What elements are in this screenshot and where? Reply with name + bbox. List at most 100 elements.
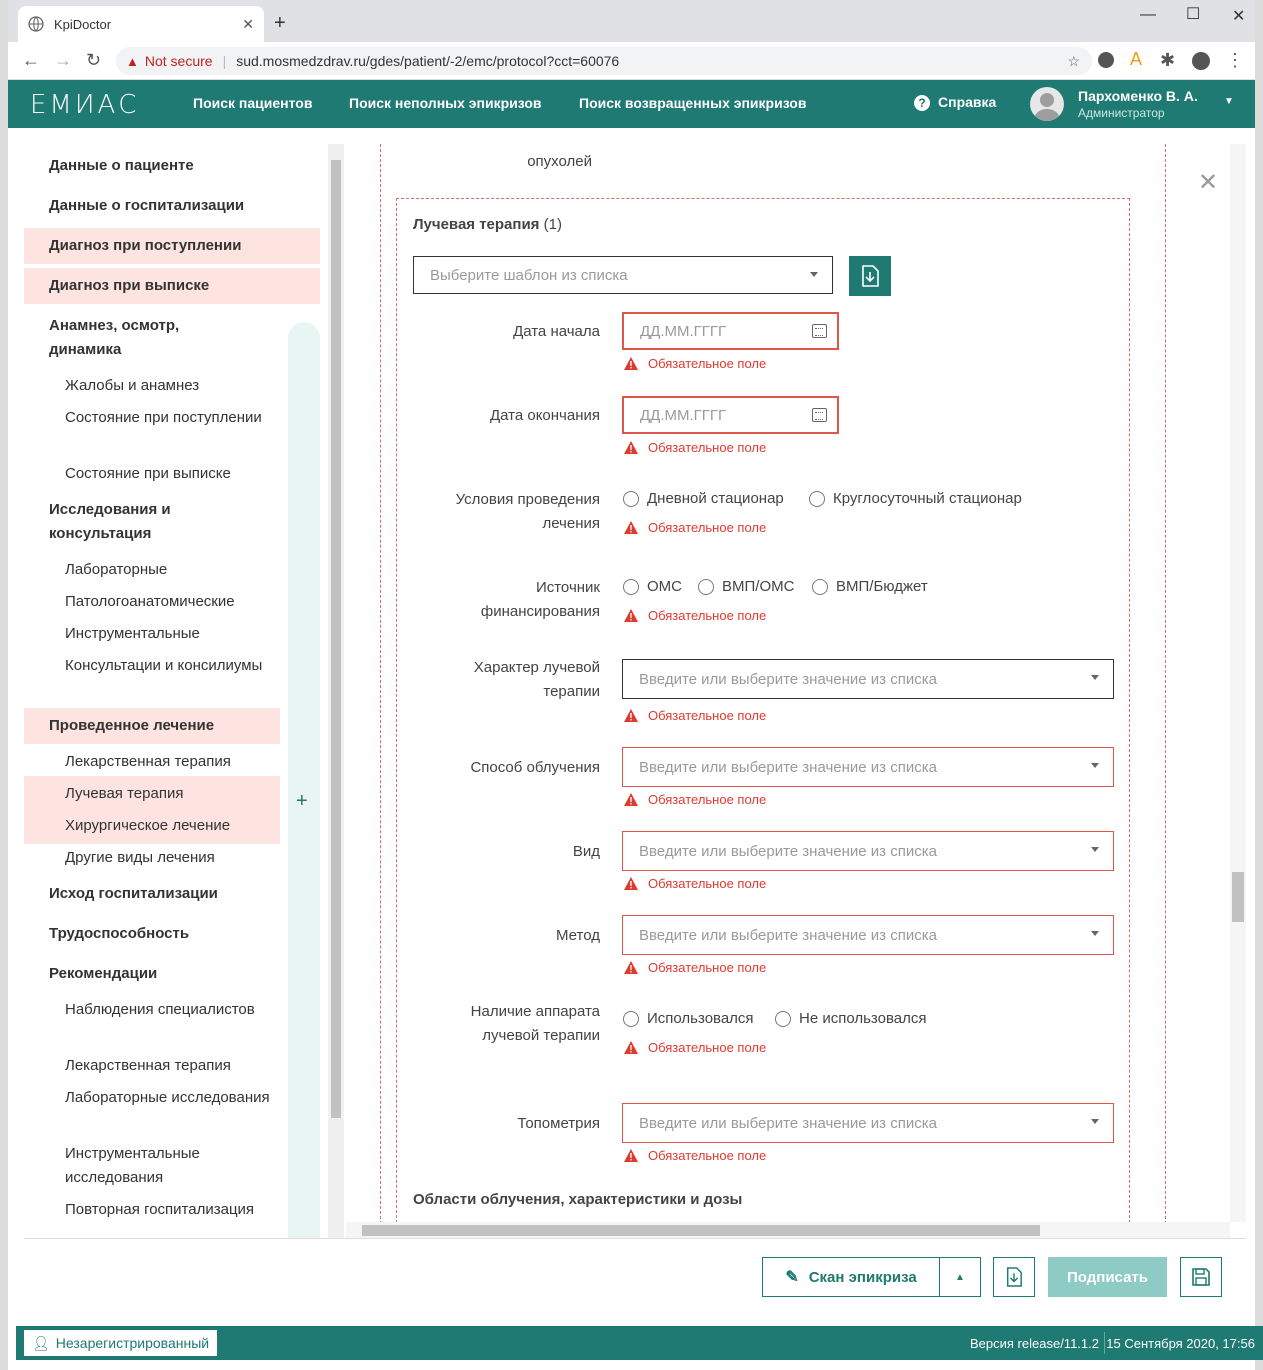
topometry-select[interactable]: Введите или выберите значение из списка [622, 1103, 1114, 1143]
template-placeholder: Выберите шаблон из списка [430, 266, 628, 284]
sidebar-item-12[interactable]: Консультации и консилиумы [24, 648, 296, 684]
sidebar-item-4[interactable]: Анамнез, осмотр, динамика [24, 308, 224, 368]
minimize-icon[interactable]: — [1140, 6, 1156, 24]
error-icon [624, 961, 638, 974]
error-text: Обязательное поле [648, 356, 767, 371]
forward-icon[interactable]: → [54, 50, 72, 71]
sidebar-item-13[interactable]: Проведенное лечение [24, 708, 280, 744]
template-select[interactable]: Выберите шаблон из списка [413, 256, 833, 294]
method-select[interactable]: Введите или выберите значение из списка [622, 915, 1114, 955]
url-field[interactable]: ▲ Not secure | sud.mosmedzdrav.ru/gdes/p… [116, 47, 1092, 75]
sidebar-item-3[interactable]: Диагноз при выписке [24, 268, 320, 304]
download-button[interactable] [993, 1257, 1035, 1297]
irradiation-method-error: Обязательное поле [624, 792, 766, 807]
sidebar-item-16[interactable]: Хирургическое лечение [24, 808, 280, 844]
sidebar-item-0[interactable]: Данные о пациенте [24, 148, 320, 184]
close-window-icon[interactable]: ✕ [1232, 6, 1245, 26]
sidebar-item-20[interactable]: Рекомендации [24, 956, 320, 992]
conditions-label: Условия проведения лечения [455, 491, 600, 532]
start-date-label: Дата начала [513, 323, 600, 340]
nav-search-incomplete[interactable]: Поиск неполных эпикризов [349, 95, 542, 111]
nav-search-patients[interactable]: Поиск пациентов [193, 95, 312, 111]
radio-circle[interactable] [623, 490, 639, 507]
apparatus-radio-0[interactable]: Использовался [623, 1010, 754, 1027]
sidebar-item-19[interactable]: Трудоспособность [24, 916, 320, 952]
conditions-radio-0[interactable]: Дневной стационар [623, 490, 784, 507]
sidebar-item-6[interactable]: Состояние при поступлении [24, 400, 296, 436]
error-text: Обязательное поле [648, 1148, 767, 1163]
sidebar-item-2[interactable]: Диагноз при поступлении [24, 228, 320, 264]
help-label: Справка [938, 94, 997, 110]
nav-search-returned[interactable]: Поиск возвращенных эпикризов [579, 95, 806, 111]
reload-icon[interactable]: ↻ [86, 50, 101, 71]
guest-badge[interactable]: 👤︎ Незарегистрированный [24, 1330, 218, 1356]
sign-button[interactable]: Подписать [1048, 1257, 1167, 1297]
user-name[interactable]: Пархоменко В. А. [1078, 88, 1198, 104]
end-date-input[interactable]: ДД.ММ.ГГГГ [622, 396, 839, 434]
help-link[interactable]: ? Справка [914, 94, 996, 111]
radio-circle[interactable] [775, 1010, 791, 1027]
finance-radio-2[interactable]: ВМП/Бюджет [812, 578, 928, 595]
conditions-radio-1[interactable]: Круглосуточный стационар [809, 490, 1022, 507]
sidebar-item-14[interactable]: Лекарственная терапия [24, 744, 296, 780]
sidebar-item-18[interactable]: Исход госпитализации [24, 876, 320, 912]
sidebar-item-8[interactable]: Исследования и консультация [24, 492, 224, 552]
finance-radio-1[interactable]: ВМП/ОМС [698, 578, 794, 595]
back-icon[interactable]: ← [22, 50, 40, 71]
sidebar-item-7[interactable]: Состояние при выписке [24, 456, 296, 492]
content-scrollbar[interactable] [1230, 144, 1246, 1222]
pdf-extension-icon[interactable]: A [1130, 49, 1142, 70]
address-bar: ← → ↻ ▲ Not secure | sud.mosmedzdrav.ru/… [8, 42, 1255, 80]
content-scroll-thumb[interactable] [1232, 872, 1244, 922]
sidebar-item-24[interactable]: Инструментальные исследования [24, 1136, 296, 1196]
extension-icon[interactable] [1098, 52, 1114, 68]
chevron-down-icon[interactable]: ▼ [1224, 96, 1234, 107]
add-icon[interactable]: + [296, 790, 308, 813]
new-tab-icon[interactable]: + [274, 12, 286, 35]
emias-logo[interactable]: ЕМИАС [30, 90, 139, 120]
profile-icon[interactable] [1192, 52, 1210, 70]
menu-dots-icon[interactable]: ⋮ [1226, 50, 1244, 71]
apply-template-button[interactable] [849, 256, 891, 296]
sidebar-scroll-thumb[interactable] [331, 160, 341, 1118]
puzzle-icon[interactable]: ✱ [1160, 50, 1175, 71]
sidebar-item-10[interactable]: Патологоанатомические [24, 584, 296, 620]
apparatus-radio-1[interactable]: Не использовался [775, 1010, 927, 1027]
radio-circle[interactable] [812, 578, 828, 595]
save-button[interactable] [1180, 1257, 1222, 1297]
sidebar-item-22[interactable]: Лекарственная терапия [24, 1048, 296, 1084]
sidebar-item-15[interactable]: Лучевая терапия [24, 776, 280, 812]
scan-dropdown-button[interactable]: ▲ [939, 1257, 981, 1297]
calendar-icon[interactable] [812, 324, 827, 338]
bottom-toolbar: ✎ Скан эпикриза ▲ Подписать [24, 1238, 1246, 1320]
radio-circle[interactable] [698, 578, 714, 595]
start-date-input[interactable]: ДД.ММ.ГГГГ [622, 312, 839, 350]
sidebar-item-23[interactable]: Лабораторные исследования [24, 1080, 296, 1116]
sidebar-item-5[interactable]: Жалобы и анамнез [24, 368, 296, 404]
radio-circle[interactable] [623, 1010, 639, 1027]
close-tab-icon[interactable]: ✕ [242, 16, 254, 33]
calendar-icon[interactable] [812, 408, 827, 422]
maximize-icon[interactable]: ☐ [1186, 4, 1200, 24]
sidebar-item-25[interactable]: Повторная госпитализация [24, 1192, 296, 1228]
star-icon[interactable]: ☆ [1067, 53, 1080, 70]
error-text: Обязательное поле [648, 960, 767, 975]
avatar[interactable] [1030, 87, 1064, 121]
app-header: ЕМИАС Поиск пациентов Поиск неполных эпи… [8, 80, 1255, 128]
radio-circle[interactable] [623, 578, 639, 595]
sidebar-item-21[interactable]: Наблюдения специалистов [24, 992, 296, 1028]
finance-radio-0[interactable]: ОМС [623, 578, 682, 595]
browser-tab[interactable]: KpiDoctor ✕ [18, 6, 264, 42]
horizontal-scroll-thumb[interactable] [362, 1225, 1040, 1236]
scan-epicrisis-button[interactable]: ✎ Скан эпикриза [762, 1257, 940, 1297]
sidebar-item-9[interactable]: Лабораторные [24, 552, 296, 588]
radio-circle[interactable] [809, 490, 825, 507]
character-select[interactable]: Введите или выберите значение из списка [622, 659, 1114, 699]
irradiation-method-select[interactable]: Введите или выберите значение из списка [622, 747, 1114, 787]
sidebar-item-1[interactable]: Данные о госпитализации [24, 188, 320, 224]
sidebar-item-11[interactable]: Инструментальные [24, 616, 296, 652]
help-icon: ? [914, 95, 930, 111]
sidebar-item-17[interactable]: Другие виды лечения [24, 840, 296, 876]
kind-select[interactable]: Введите или выберите значение из списка [622, 831, 1114, 871]
close-icon[interactable]: ✕ [1198, 168, 1218, 197]
